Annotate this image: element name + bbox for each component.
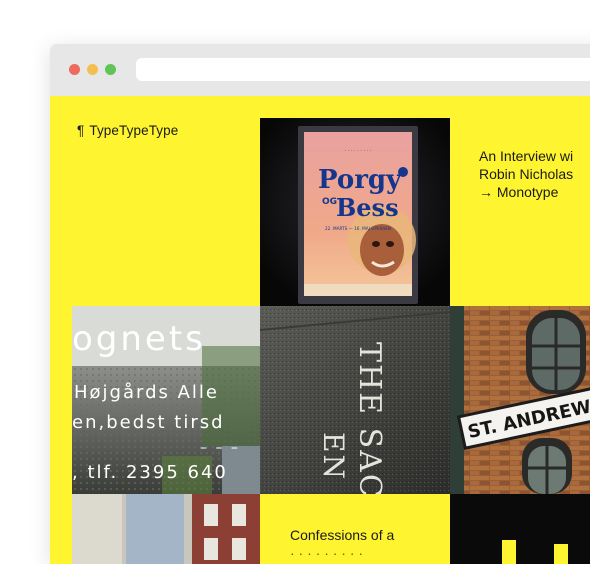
post-interview-line-3: → Monotype — [479, 184, 559, 200]
post-confessions-link[interactable]: Confessions of a · · · · · · · · · — [290, 526, 394, 562]
shop-lettering-line-1: ognets — [72, 319, 206, 359]
post-engraved-stone-image[interactable]: THE SACKLE EN — [260, 306, 450, 494]
poster-title-og: OG — [322, 197, 337, 207]
poster-title-bess: Bess — [336, 193, 399, 222]
address-bar[interactable] — [136, 58, 590, 81]
poster-title-porgy: Porgy — [318, 165, 402, 195]
shop-lettering-line-5: , tlf. 2395 640 — [72, 462, 228, 483]
browser-toolbar — [50, 44, 590, 96]
stone-lettering-line-2: EN — [317, 432, 350, 481]
browser-window: ¶ TypeTypeType · · · · · · · · · Porgy O… — [50, 44, 590, 564]
close-window-button[interactable] — [69, 64, 80, 75]
post-shop-lettering-image[interactable]: ognets Højgårds Alle en,bedst tirsd – – … — [72, 306, 260, 494]
post-interview-link[interactable]: An Interview wi Robin Nicholas → Monotyp… — [479, 147, 573, 201]
post-interview-line-2: Robin Nicholas — [479, 166, 574, 182]
poster-date-line: 22. MARTS — 16. MAJ OPERAEN — [325, 226, 391, 231]
post-confessions-line-1: Confessions of a — [290, 527, 395, 543]
zoom-window-button[interactable] — [105, 64, 116, 75]
site-title[interactable]: ¶ TypeTypeType — [77, 123, 178, 138]
stone-lettering-line-1: THE SACKLE — [352, 342, 387, 494]
post-street-sign-image[interactable]: ST. ANDREWS W — [450, 306, 590, 494]
post-building-image[interactable] — [72, 494, 260, 564]
poster-small-heading: · · · · · · · · · — [344, 148, 371, 154]
shop-lettering-line-3: en,bedst tirsd — [72, 412, 225, 433]
post-dark-image[interactable] — [450, 494, 590, 564]
page-content: ¶ TypeTypeType · · · · · · · · · Porgy O… — [50, 96, 590, 564]
post-porgy-og-bess-image[interactable]: · · · · · · · · · Porgy OG Bess 22. MART… — [260, 118, 450, 306]
site-title-text: TypeTypeType — [89, 123, 179, 138]
shop-lettering-line-4: – – – — [200, 440, 240, 456]
pilcrow-icon: ¶ — [77, 123, 85, 138]
shop-lettering-line-2: Højgårds Alle — [74, 382, 219, 403]
post-confessions-line-2: · · · · · · · · · — [290, 545, 364, 561]
post-interview-line-1: An Interview wi — [479, 148, 574, 164]
minimize-window-button[interactable] — [87, 64, 98, 75]
